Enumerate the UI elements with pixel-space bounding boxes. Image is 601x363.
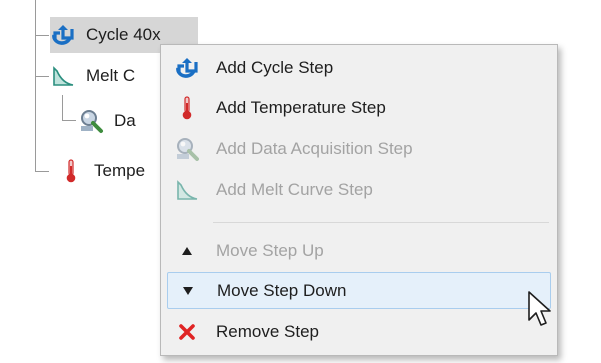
thermometer-icon	[58, 158, 84, 184]
tree-node-melt-curve[interactable]: Melt C	[50, 58, 170, 94]
menu-item-label: Add Temperature Step	[216, 97, 386, 117]
menu-item-label: Add Melt Curve Step	[216, 179, 373, 199]
tree-line	[62, 120, 76, 121]
menu-item-remove-step[interactable]: Remove Step	[167, 313, 551, 350]
melt-curve-icon	[50, 63, 76, 89]
cycle-icon	[167, 49, 207, 86]
menu-item-add-cycle-step[interactable]: Add Cycle Step	[167, 49, 551, 86]
tree-node-label: Cycle 40x	[86, 25, 161, 44]
triangle-up-icon	[167, 232, 207, 269]
tree-line	[62, 95, 63, 121]
tree-node-data-acquisition[interactable]: Da	[78, 103, 168, 139]
tree-node-label: Melt C	[86, 66, 136, 85]
tree-node-label: Tempe	[94, 161, 146, 180]
tree-line	[35, 171, 49, 172]
triangle-down-icon	[168, 272, 208, 309]
menu-item-label: Add Data Acquisition Step	[216, 138, 413, 158]
mouse-cursor-icon	[527, 290, 553, 330]
tree-line	[35, 0, 36, 172]
tree-line	[35, 35, 49, 36]
context-menu: Add Cycle Step Add Temperature Step Add …	[160, 44, 558, 356]
menu-item-add-temperature-step[interactable]: Add Temperature Step	[167, 89, 551, 126]
melt-curve-icon	[167, 171, 207, 208]
menu-item-move-step-up: Move Step Up	[167, 232, 551, 269]
cycle-icon	[50, 22, 76, 48]
menu-item-move-step-down[interactable]: Move Step Down	[167, 272, 551, 309]
data-acquisition-icon	[167, 130, 207, 167]
menu-item-label: Add Cycle Step	[216, 57, 334, 77]
menu-item-label: Move Step Down	[217, 280, 347, 300]
menu-item-add-melt-curve-step: Add Melt Curve Step	[167, 171, 551, 208]
tree-node-label: Da	[114, 111, 136, 130]
tree-node-temperature[interactable]: Tempe	[58, 153, 168, 189]
menu-separator	[213, 222, 549, 223]
thermometer-icon	[167, 89, 207, 126]
data-acquisition-icon	[78, 108, 104, 134]
tree-line	[35, 76, 49, 77]
menu-item-label: Remove Step	[216, 321, 319, 341]
menu-item-label: Move Step Up	[216, 240, 324, 260]
menu-item-add-data-acquisition-step: Add Data Acquisition Step	[167, 130, 551, 167]
red-x-icon	[167, 313, 207, 350]
